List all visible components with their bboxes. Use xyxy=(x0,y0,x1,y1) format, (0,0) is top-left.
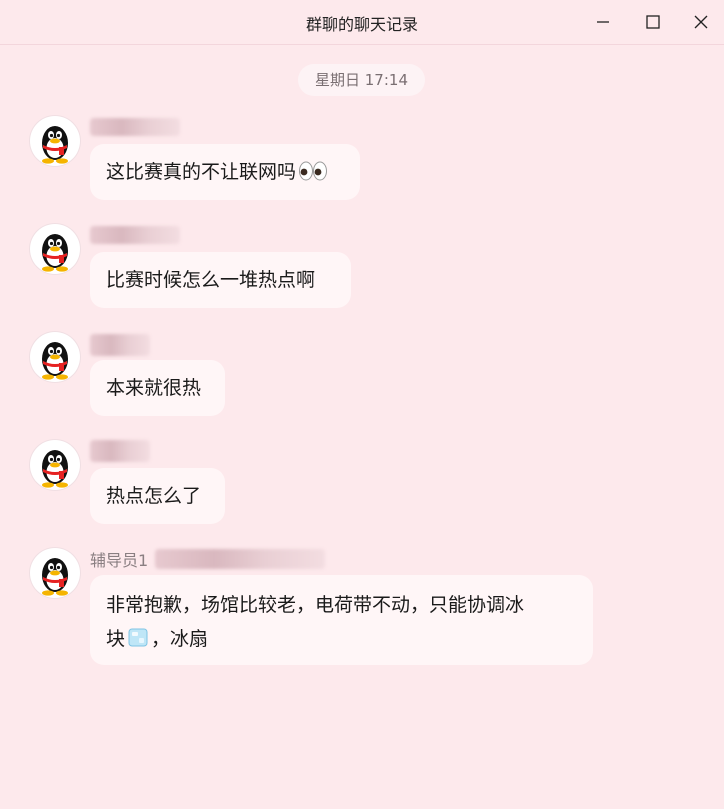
message-text: 热点怎么了 xyxy=(106,485,202,507)
sender-name-blurred xyxy=(90,118,180,136)
sender-name-blurred xyxy=(90,440,150,462)
message-text: ，冰扇 xyxy=(151,628,209,650)
sender-name: 辅导员1 xyxy=(90,551,149,570)
message-text-line-2: 块 ，冰扇 xyxy=(106,622,577,659)
minimize-button[interactable] xyxy=(588,8,618,36)
message-bubble[interactable]: 这比赛真的不让联网吗 xyxy=(90,144,360,200)
message-bubble[interactable]: 非常抱歉，场馆比较老，电荷带不动，只能协调冰 块 ，冰扇 xyxy=(90,575,593,665)
eyes-emoji-icon xyxy=(298,158,328,192)
message-text: 比赛时候怎么一堆热点啊 xyxy=(106,269,316,291)
minimize-icon xyxy=(597,21,609,23)
close-icon xyxy=(694,15,708,29)
message-text: 本来就很热 xyxy=(106,377,202,399)
ice-cube-emoji-icon xyxy=(127,625,149,659)
maximize-icon xyxy=(646,15,660,29)
sender-name-blurred xyxy=(90,334,150,356)
message-bubble[interactable]: 比赛时候怎么一堆热点啊 xyxy=(90,252,351,308)
avatar-penguin-icon[interactable] xyxy=(30,224,80,274)
message-bubble[interactable]: 本来就很热 xyxy=(90,360,225,416)
message-text: 块 xyxy=(106,628,126,650)
avatar-penguin-icon[interactable] xyxy=(30,548,80,598)
sender-name-blurred xyxy=(90,226,180,244)
title-bar: 群聊的聊天记录 xyxy=(0,0,724,45)
date-divider: 星期日 17:14 xyxy=(298,64,425,96)
close-button[interactable] xyxy=(686,8,716,36)
avatar-penguin-icon[interactable] xyxy=(30,116,80,166)
message-text: 这比赛真的不让联网吗 xyxy=(106,161,297,183)
message-text-line-1: 非常抱歉，场馆比较老，电荷带不动，只能协调冰 xyxy=(106,594,525,616)
maximize-button[interactable] xyxy=(638,8,668,36)
message-bubble[interactable]: 热点怎么了 xyxy=(90,468,225,524)
sender-name-redaction xyxy=(155,549,325,569)
avatar-penguin-icon[interactable] xyxy=(30,440,80,490)
avatar-penguin-icon[interactable] xyxy=(30,332,80,382)
